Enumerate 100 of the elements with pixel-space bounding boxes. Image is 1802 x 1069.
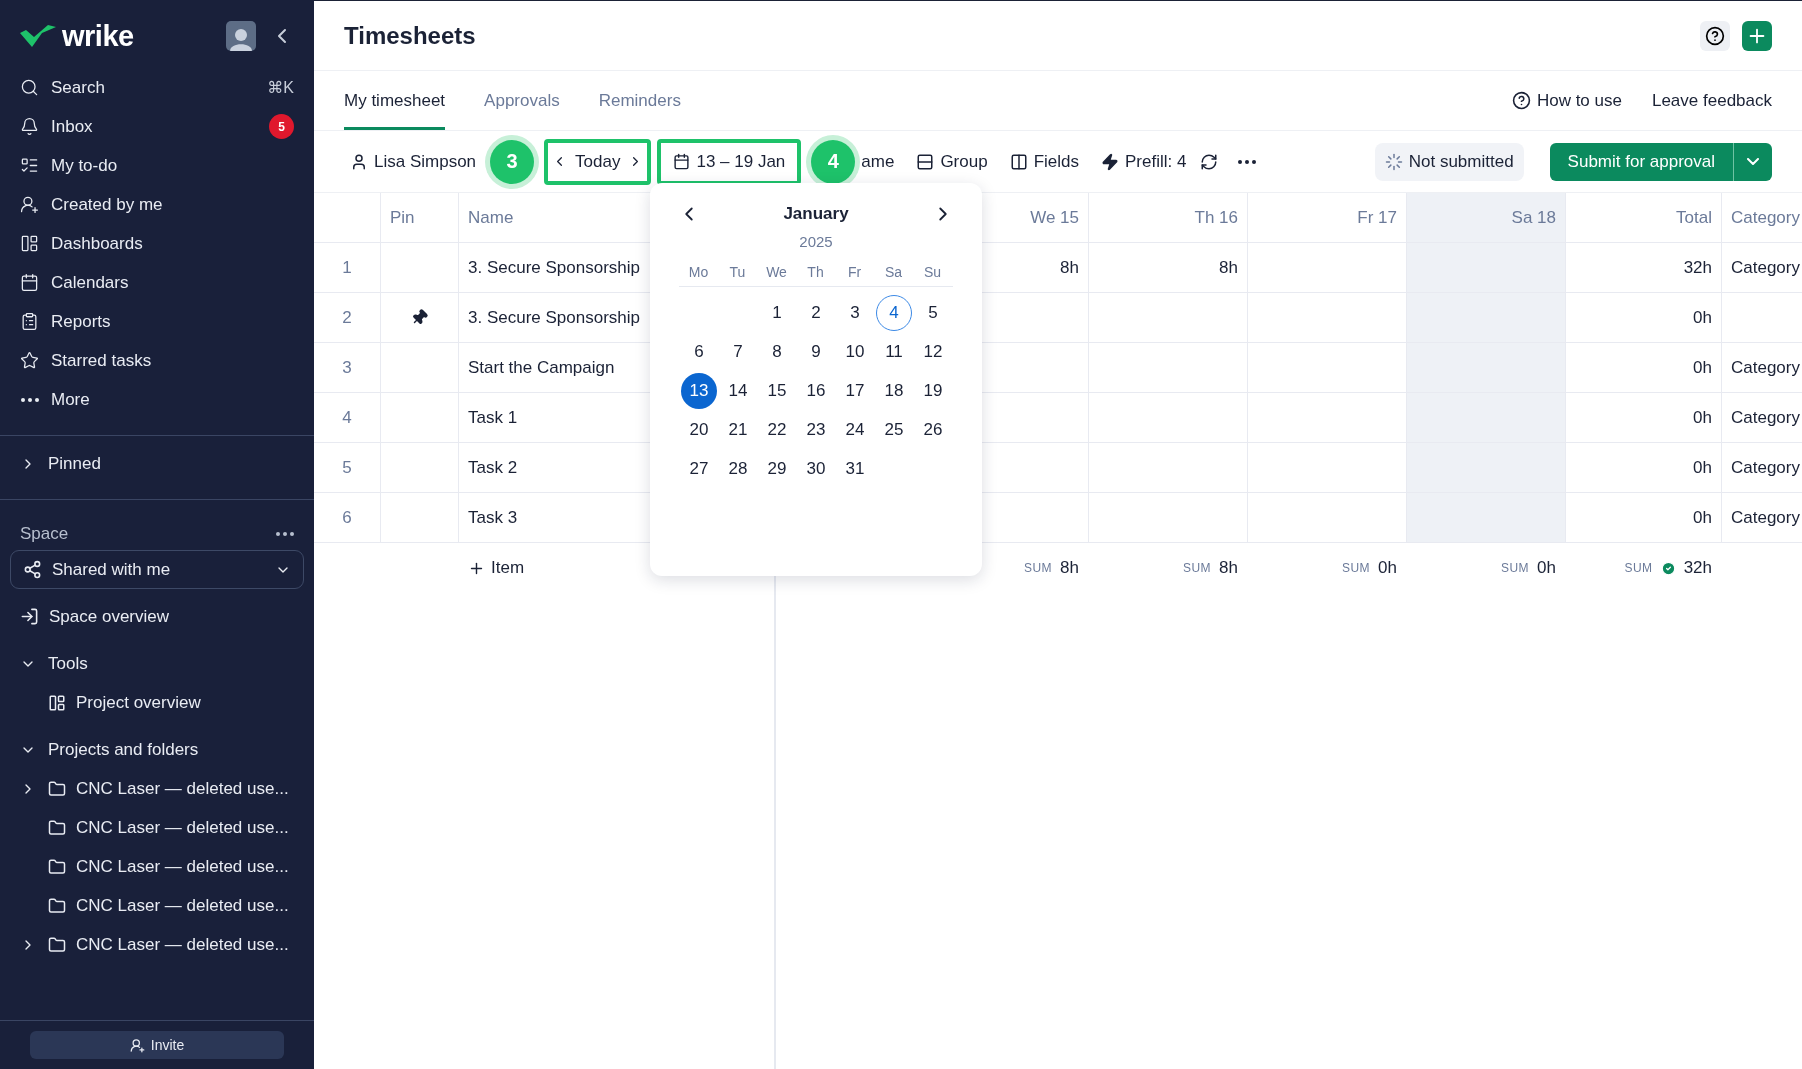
row-number: 6 xyxy=(314,493,381,543)
calendar-day[interactable]: 2 xyxy=(798,294,834,331)
folder-label: CNC Laser — deleted use... xyxy=(76,817,289,838)
folder-label: CNC Laser — deleted use... xyxy=(76,856,289,877)
column-header: Th 16 xyxy=(1089,193,1248,243)
folder-label: CNC Laser — deleted use... xyxy=(76,895,289,916)
calendar-icon xyxy=(20,273,39,292)
folder-icon xyxy=(48,935,66,954)
calendar-day[interactable]: 18 xyxy=(876,372,912,409)
link[interactable]: How to use xyxy=(1511,90,1622,111)
search-icon xyxy=(20,78,39,97)
nav-item[interactable]: Starred tasks xyxy=(12,341,302,380)
refresh-icon[interactable] xyxy=(1200,152,1219,171)
calendar-day[interactable]: 25 xyxy=(876,411,912,448)
tab[interactable]: Reminders xyxy=(598,71,681,130)
calendar-day[interactable]: 10 xyxy=(837,333,873,370)
help-icon xyxy=(1705,25,1725,46)
star-icon xyxy=(20,351,39,370)
spinner-icon xyxy=(1384,152,1403,171)
today-button[interactable]: Today xyxy=(567,143,629,180)
calendar-day[interactable]: 3 xyxy=(837,294,873,331)
nav-item[interactable]: Created by me xyxy=(12,185,302,224)
prefill-button[interactable]: Prefill: 4 xyxy=(1093,143,1195,180)
tree-item[interactable]: Space overview xyxy=(12,597,302,636)
nav-item[interactable]: Search ⌘K xyxy=(12,68,302,107)
pinned-section[interactable]: Pinned xyxy=(12,444,302,483)
tree-item[interactable]: Project overview xyxy=(12,683,302,722)
calendar-day[interactable]: 9 xyxy=(798,333,834,370)
row-number: 1 xyxy=(314,243,381,293)
submit-menu-button[interactable] xyxy=(1733,142,1772,181)
calendar-day[interactable]: 26 xyxy=(915,411,951,448)
nav-item[interactable]: Inbox 5 xyxy=(12,107,302,146)
submit-button[interactable]: Submit for approval xyxy=(1549,142,1733,181)
calendar-day[interactable]: 27 xyxy=(681,450,717,487)
table-cell: 0h xyxy=(1566,293,1722,343)
calendar-day[interactable]: 24 xyxy=(837,411,873,448)
user-filter[interactable]: Lisa Simpson xyxy=(342,143,485,180)
invite-button[interactable]: Invite xyxy=(30,1031,284,1059)
avatar[interactable] xyxy=(226,21,256,51)
weekday-label: Tu xyxy=(728,264,747,280)
calendar-day[interactable]: 31 xyxy=(837,450,873,487)
weekday-label: Mo xyxy=(687,264,710,280)
sum-value: 8h xyxy=(1219,558,1238,578)
calendar-day[interactable]: 19 xyxy=(915,372,951,409)
calendar-day[interactable]: 28 xyxy=(720,450,756,487)
more-icon[interactable] xyxy=(276,532,294,536)
section-heading: Space xyxy=(20,524,69,544)
row-number: 4 xyxy=(314,393,381,443)
group-button[interactable]: Group xyxy=(908,143,996,180)
tab[interactable]: Approvals xyxy=(484,71,560,130)
calendar-day[interactable]: 12 xyxy=(915,333,951,370)
row-number: 3 xyxy=(314,343,381,393)
checkmark-logo-icon xyxy=(20,25,56,47)
folder-label: CNC Laser — deleted use... xyxy=(76,778,289,799)
calendar-day[interactable]: 5 xyxy=(915,294,951,331)
column-header: Pin xyxy=(381,193,459,243)
folder-icon xyxy=(48,896,66,915)
column-header: Sa 18 xyxy=(1407,193,1566,243)
calendar-day[interactable]: 16 xyxy=(798,372,834,409)
rows-icon xyxy=(916,152,935,171)
table-cell: 8h xyxy=(1089,243,1248,293)
nav-item[interactable]: Dashboards xyxy=(12,224,302,263)
share-icon xyxy=(23,560,42,579)
weekday-label: Fr xyxy=(846,264,863,280)
column-header: Total xyxy=(1566,193,1722,243)
more-icon[interactable] xyxy=(1238,159,1257,164)
table-cell: 0h xyxy=(1566,443,1722,493)
date-range-button[interactable]: 13 – 19 Jan xyxy=(665,143,794,180)
space-selector[interactable]: Shared with me xyxy=(10,550,304,589)
nav-item[interactable]: Reports xyxy=(12,302,302,341)
columns-icon xyxy=(1009,152,1028,171)
dashboard-icon xyxy=(20,234,39,253)
table-cell: 0h xyxy=(1566,393,1722,443)
calendar-icon xyxy=(673,153,691,170)
tab[interactable]: My timesheet xyxy=(344,71,446,130)
help-button[interactable] xyxy=(1700,20,1730,51)
logo-text: wrike xyxy=(62,19,134,53)
calendar-day[interactable]: 17 xyxy=(837,372,873,409)
help-icon xyxy=(1511,91,1531,110)
calendar-day[interactable]: 30 xyxy=(798,450,834,487)
nav-item[interactable]: Calendars xyxy=(12,263,302,302)
sum-label: SUM xyxy=(1500,561,1530,575)
tree-item[interactable]: Tools xyxy=(12,644,302,683)
tree-item[interactable]: Projects and folders xyxy=(12,730,302,769)
row-number: 5 xyxy=(314,443,381,493)
page-title: Timesheets xyxy=(344,21,476,50)
calendar-day[interactable]: 23 xyxy=(798,411,834,448)
table-cell: 0h xyxy=(1566,493,1722,543)
nav-item[interactable]: More xyxy=(12,380,302,419)
link[interactable]: Leave feedback xyxy=(1651,90,1772,111)
folder-label: CNC Laser — deleted use... xyxy=(76,934,289,955)
fields-button[interactable]: Fields xyxy=(1001,143,1087,180)
calendar-day[interactable]: 11 xyxy=(876,333,912,370)
nav-item[interactable]: My to-do xyxy=(12,146,302,185)
add-item-button[interactable]: Item xyxy=(468,558,525,578)
year-label: 2025 xyxy=(799,233,833,250)
name-button[interactable]: ame xyxy=(861,143,903,180)
add-button[interactable] xyxy=(1742,20,1772,51)
calendar-day[interactable]: 13 xyxy=(681,372,717,409)
person-icon xyxy=(350,152,368,171)
